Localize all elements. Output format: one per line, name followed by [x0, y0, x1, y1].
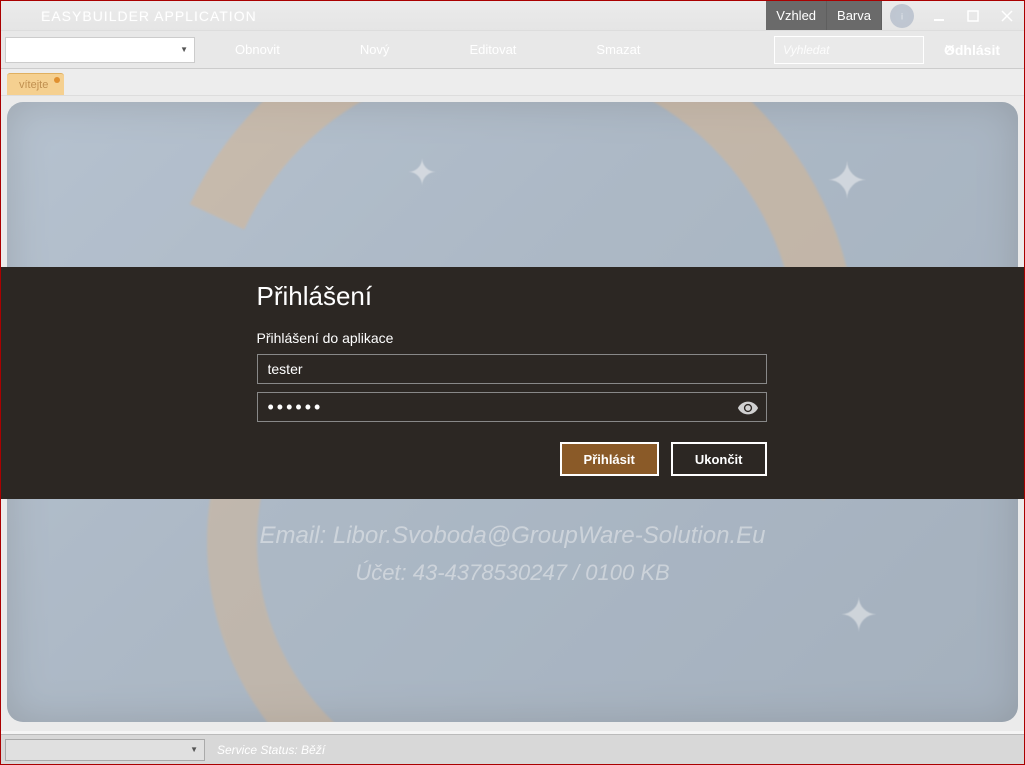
- username-input[interactable]: [257, 354, 767, 384]
- search-input[interactable]: [783, 43, 940, 57]
- status-combo[interactable]: ▼: [5, 739, 205, 761]
- toolbar: ▼ Obnovit Nový Editovat Smazat ✕ Odhlási…: [1, 31, 1024, 69]
- tab-indicator-icon: [54, 77, 60, 83]
- maximize-button[interactable]: [956, 1, 990, 30]
- chevron-down-icon: ▼: [190, 745, 198, 754]
- exit-button[interactable]: Ukončit: [671, 442, 767, 476]
- service-status-text: Service Status: Běží: [217, 743, 325, 757]
- svg-text:i: i: [901, 11, 903, 21]
- modal-subtitle: Přihlášení do aplikace: [257, 330, 773, 346]
- edit-button[interactable]: Editovat: [429, 31, 556, 68]
- delete-button[interactable]: Smazat: [556, 31, 680, 68]
- search-box[interactable]: ✕: [774, 36, 924, 64]
- logout-button[interactable]: Odhlásit: [924, 31, 1020, 68]
- app-title: EASYBUILDER APPLICATION: [41, 8, 257, 24]
- login-modal: Přihlášení Přihlášení do aplikace Přihlá…: [1, 267, 1024, 499]
- vzhled-menu[interactable]: Vzhled: [766, 1, 827, 30]
- modal-title: Přihlášení: [257, 281, 773, 312]
- chevron-down-icon: ▼: [180, 45, 188, 54]
- eye-icon[interactable]: [737, 397, 759, 419]
- refresh-button[interactable]: Obnovit: [195, 31, 320, 68]
- selector-combo[interactable]: ▼: [5, 37, 195, 63]
- login-button[interactable]: Přihlásit: [560, 442, 659, 476]
- tab-label: vítejte: [19, 79, 48, 91]
- password-input[interactable]: [257, 392, 767, 422]
- statusbar: ▼ Service Status: Běží: [1, 734, 1024, 764]
- info-icon[interactable]: i: [890, 4, 914, 28]
- close-button[interactable]: [990, 1, 1024, 30]
- tabstrip: vítejte: [1, 69, 1024, 95]
- new-button[interactable]: Nový: [320, 31, 430, 68]
- tab-welcome[interactable]: vítejte: [7, 73, 64, 95]
- minimize-button[interactable]: [922, 1, 956, 30]
- titlebar: EASYBUILDER APPLICATION Vzhled Barva i: [1, 1, 1024, 31]
- barva-menu[interactable]: Barva: [827, 1, 882, 30]
